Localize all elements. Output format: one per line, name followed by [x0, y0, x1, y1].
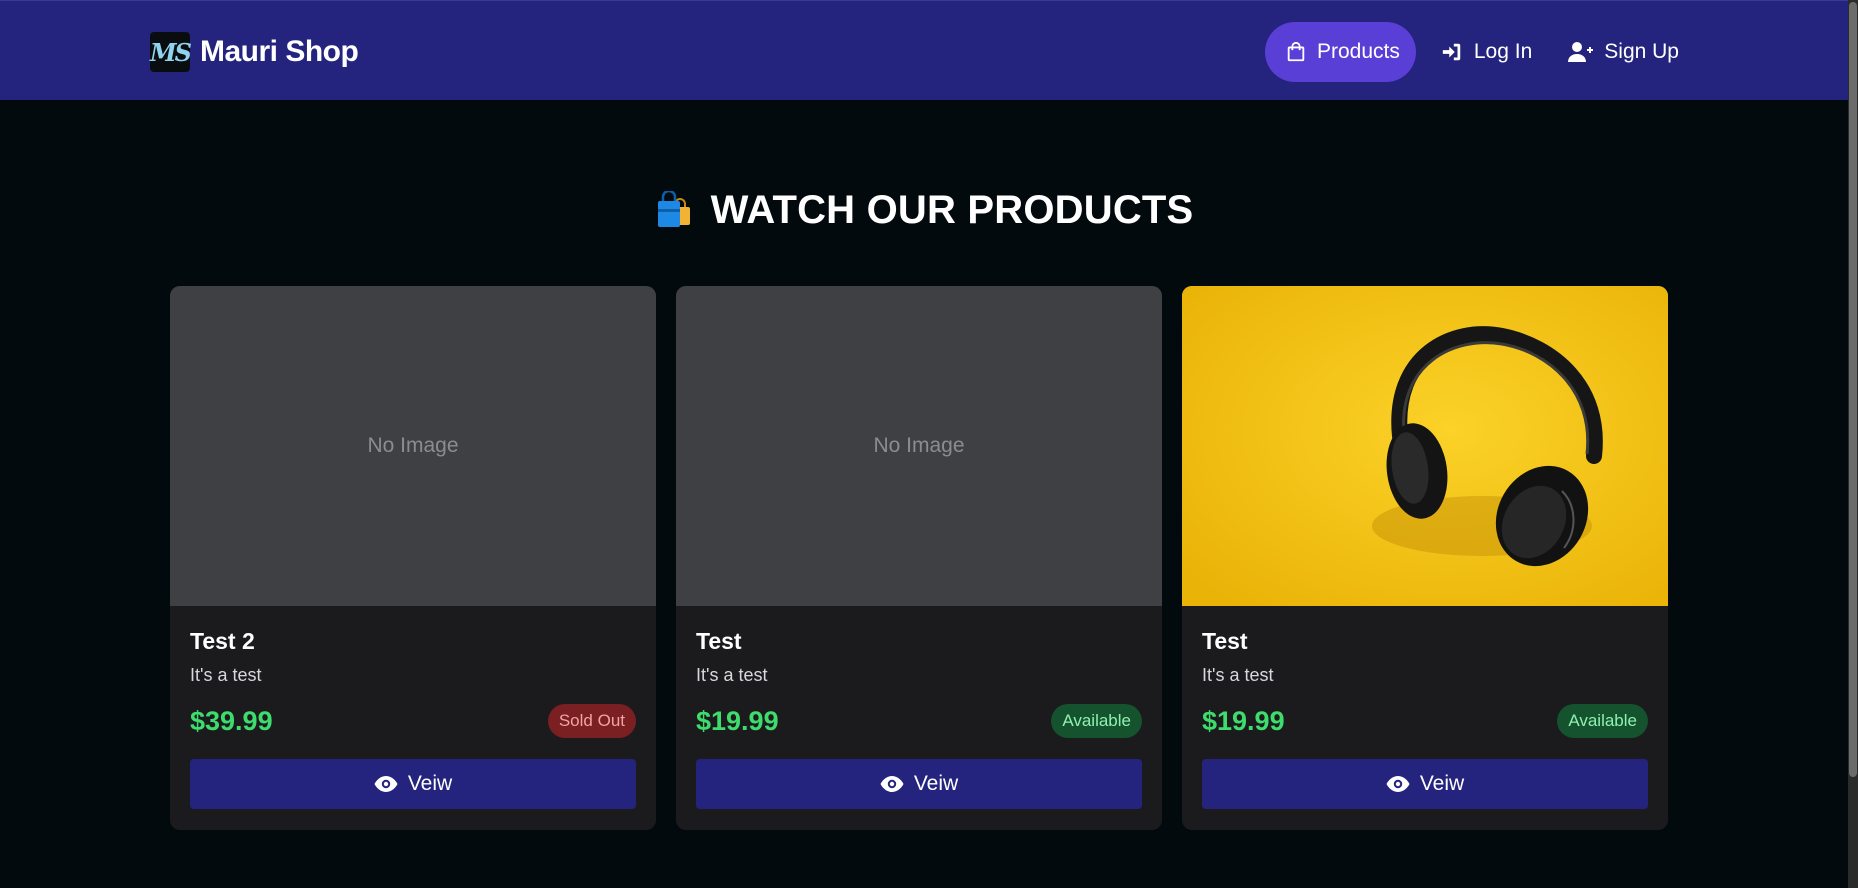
- view-button-label: Veiw: [1419, 772, 1465, 795]
- status-badge: Available: [1557, 704, 1648, 738]
- status-badge: Available: [1051, 704, 1142, 738]
- brand[interactable]: MS Mauri Shop: [150, 32, 359, 72]
- view-button-label: Veiw: [913, 772, 959, 795]
- product-price: $39.99: [190, 705, 273, 736]
- product-image-headphones: [1182, 286, 1668, 606]
- nav-signup[interactable]: Sign Up: [1552, 22, 1695, 82]
- product-title: Test: [696, 628, 742, 654]
- product-description: It's a test: [1202, 665, 1274, 685]
- shopping-bags-icon: [655, 190, 695, 231]
- nav-products-label: Products: [1317, 40, 1400, 63]
- brand-logo: MS: [150, 32, 192, 72]
- eye-icon: [880, 776, 904, 792]
- product-price: $19.99: [696, 705, 779, 736]
- login-icon: [1442, 43, 1461, 61]
- nav-signup-label: Sign Up: [1604, 40, 1679, 63]
- product-price: $19.99: [1202, 705, 1285, 736]
- eye-icon: [1386, 776, 1410, 792]
- view-button[interactable]: Veiw: [696, 759, 1142, 809]
- product-title: Test 2: [190, 628, 255, 654]
- navbar: MS Mauri Shop Products Log In Sign Up: [0, 0, 1848, 100]
- view-button[interactable]: Veiw: [190, 759, 636, 809]
- price-row: $19.99 Available: [1202, 704, 1648, 738]
- nav-login[interactable]: Log In: [1424, 22, 1548, 82]
- product-image-placeholder: No Image: [170, 286, 656, 606]
- no-image-text: No Image: [367, 434, 459, 457]
- product-description: It's a test: [190, 665, 262, 685]
- no-image-text: No Image: [873, 434, 965, 457]
- status-badge: Sold Out: [547, 704, 636, 738]
- page-title: WATCH OUR PRODUCTS: [710, 188, 1194, 232]
- card-body: Test It's a test $19.99 Available Veiw: [1182, 606, 1668, 830]
- nav-login-label: Log In: [1473, 40, 1533, 63]
- view-button[interactable]: Veiw: [1202, 759, 1648, 809]
- product-card: Test It's a test $19.99 Available Veiw: [1182, 286, 1668, 830]
- price-row: $19.99 Available: [696, 704, 1142, 738]
- shopping-bag-icon: [1287, 41, 1305, 62]
- eye-icon: [374, 776, 398, 792]
- view-button-label: Veiw: [407, 772, 453, 795]
- brand-name: Mauri Shop: [200, 35, 359, 68]
- scrollbar[interactable]: [1848, 0, 1858, 888]
- product-description: It's a test: [696, 665, 768, 685]
- product-title: Test: [1202, 628, 1248, 654]
- scrollbar-thumb[interactable]: [1849, 2, 1857, 777]
- nav-links: Products Log In Sign Up: [1265, 22, 1695, 82]
- product-card: No Image Test 2 It's a test $39.99 Sold …: [170, 286, 656, 830]
- card-body: Test It's a test $19.99 Available Veiw: [676, 606, 1162, 830]
- section-heading: WATCH OUR PRODUCTS: [0, 188, 1848, 233]
- user-plus-icon: [1568, 42, 1594, 62]
- price-row: $39.99 Sold Out: [190, 704, 636, 738]
- product-card: No Image Test It's a test $19.99 Availab…: [676, 286, 1162, 830]
- card-body: Test 2 It's a test $39.99 Sold Out Veiw: [170, 606, 656, 830]
- product-image-placeholder: No Image: [676, 286, 1162, 606]
- nav-products[interactable]: Products: [1265, 22, 1416, 82]
